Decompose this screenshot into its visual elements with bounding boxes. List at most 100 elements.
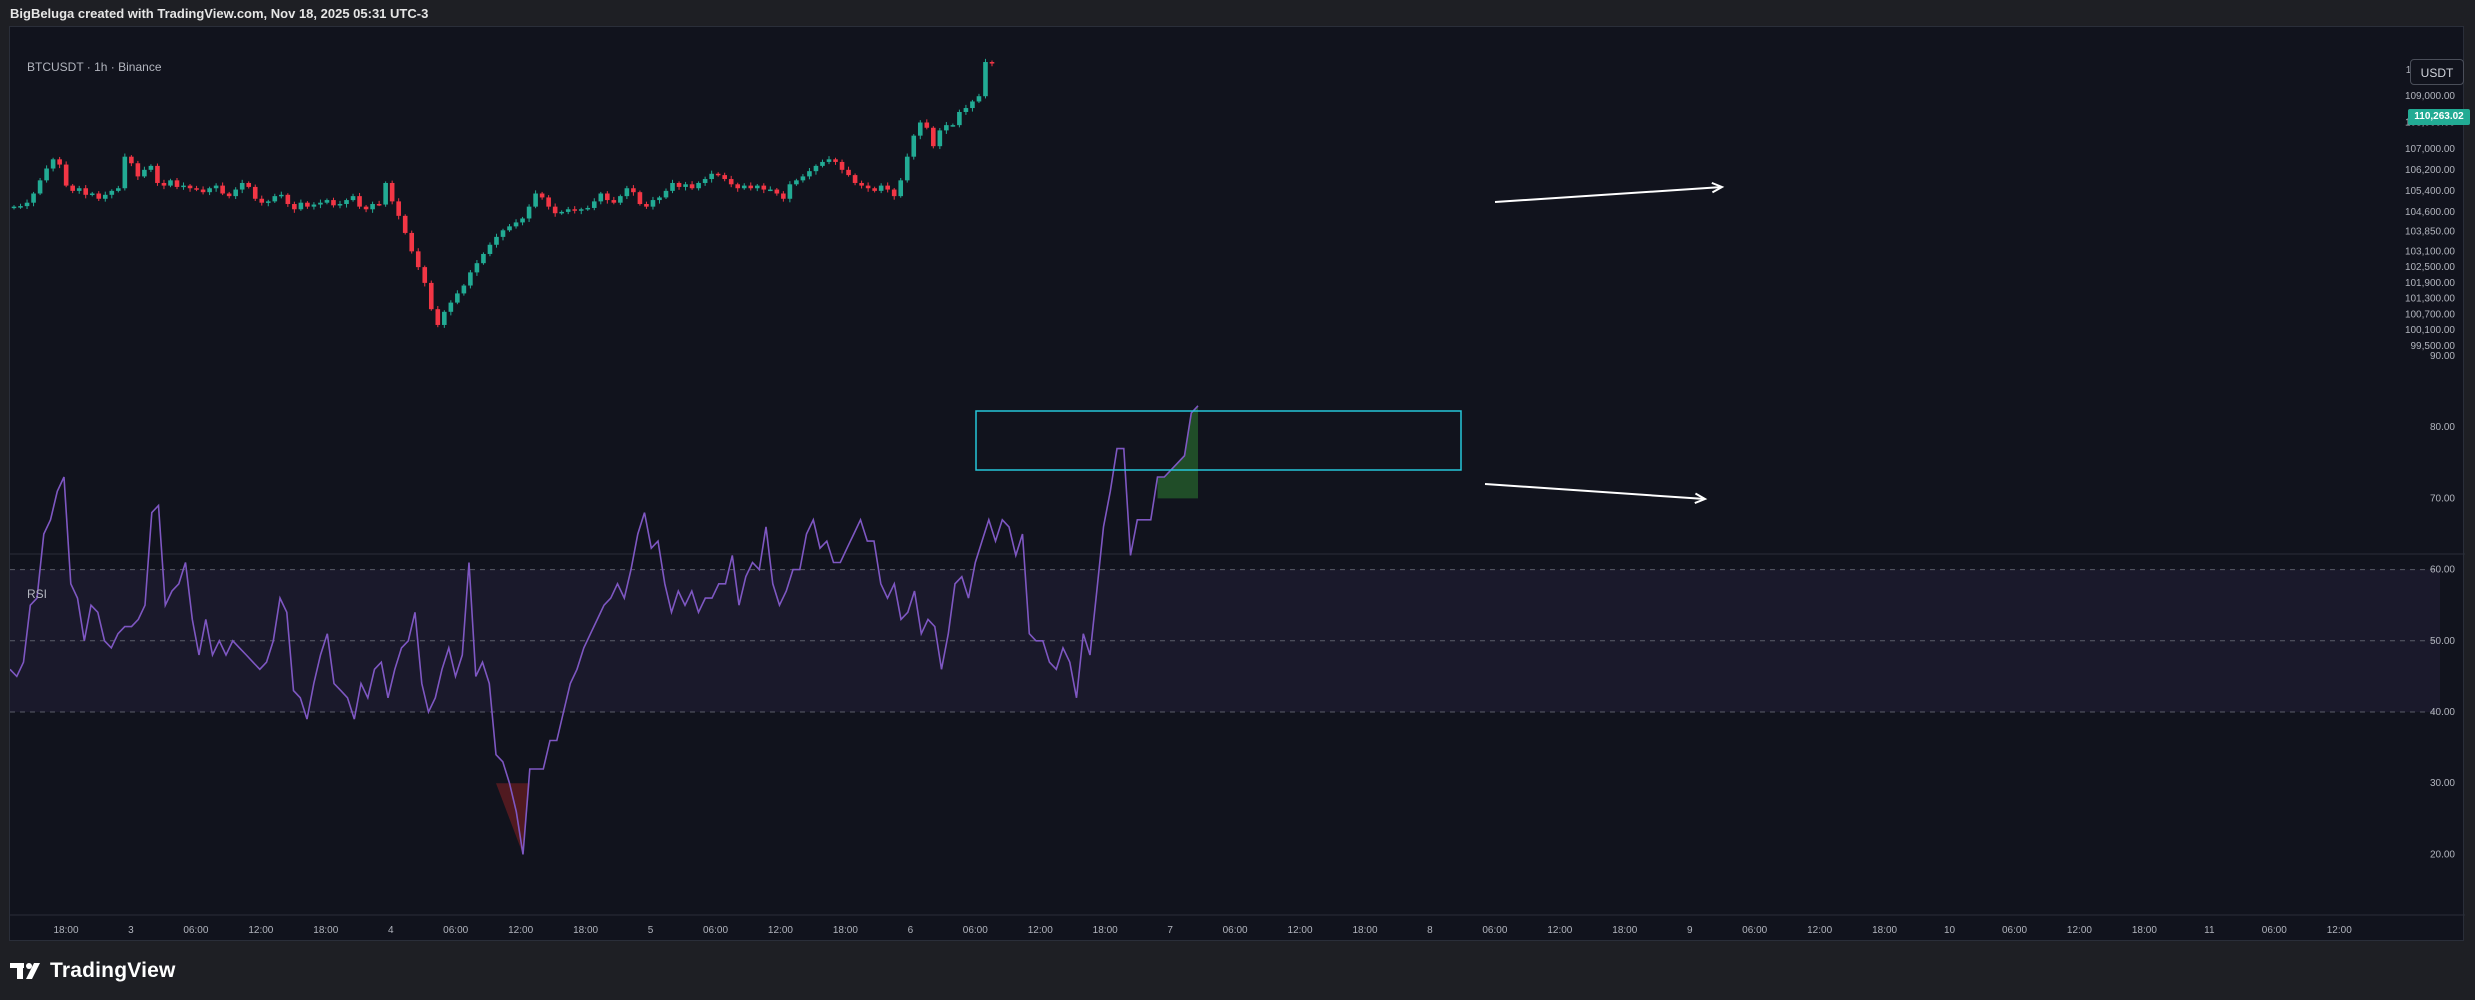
candle-body (161, 182, 167, 186)
price-tick-label: 100,700.00 (2405, 309, 2455, 320)
price-tick-label: 103,850.00 (2405, 227, 2455, 238)
candle-body (481, 253, 486, 264)
candle-body (904, 156, 910, 181)
candle-body (89, 193, 95, 195)
candle-body (911, 135, 917, 157)
time-tick-label: 5 (648, 925, 654, 936)
candle-body (976, 96, 982, 102)
candle-body (311, 204, 317, 207)
candle-body (728, 179, 734, 185)
candle-body (122, 156, 128, 189)
candle-body (787, 184, 793, 199)
candle-body (572, 209, 578, 211)
candle-body (644, 204, 649, 207)
footer: TradingView (0, 941, 2475, 1000)
time-tick-label: 18:00 (53, 925, 78, 936)
time-tick-label: 06:00 (2002, 925, 2027, 936)
candle-body (989, 62, 995, 64)
candle-body (761, 185, 767, 190)
time-tick-label: 06:00 (1742, 925, 1767, 936)
candle-body (800, 176, 806, 181)
time-tick-label: 12:00 (1547, 925, 1572, 936)
price-candles (11, 58, 995, 328)
candle-body (448, 302, 454, 312)
rsi-label: RSI (27, 587, 48, 601)
candle-body (220, 185, 225, 194)
tradingview-logo[interactable]: TradingView (10, 956, 176, 986)
candle-body (142, 169, 147, 177)
candle-body (455, 293, 460, 303)
candle-body (605, 193, 610, 201)
candle-body (722, 175, 727, 180)
rsi-tick-label: 90.00 (2430, 351, 2455, 362)
candle-body (794, 180, 799, 185)
rsi-tick-label: 70.00 (2430, 493, 2455, 504)
chart-area[interactable]: 110,000.00109,000.00108,000.00107,000.00… (9, 26, 2470, 942)
time-tick-label: 12:00 (248, 925, 273, 936)
candle-body (591, 201, 597, 208)
time-tick-label: 18:00 (1352, 925, 1377, 936)
rsi-tick-label: 40.00 (2430, 707, 2455, 718)
time-tick-label: 18:00 (2132, 925, 2157, 936)
candle-body (637, 192, 643, 205)
candle-body (696, 182, 701, 189)
time-tick-label: 9 (1687, 925, 1693, 936)
time-tick-label: 18:00 (573, 925, 598, 936)
candle-body (839, 161, 845, 170)
candle-body (44, 168, 49, 181)
time-tick-label: 06:00 (1482, 925, 1507, 936)
rsi-tick-label: 20.00 (2430, 849, 2455, 860)
time-tick-label: 12:00 (508, 925, 533, 936)
price-tick-label: 105,400.00 (2405, 186, 2455, 197)
candle-body (252, 186, 258, 199)
candle-body (950, 125, 956, 127)
time-tick-label: 12:00 (2327, 925, 2352, 936)
candle-body (389, 182, 395, 202)
candle-body (768, 189, 773, 192)
candle-body (155, 165, 160, 183)
candle-body (363, 206, 369, 210)
time-tick-label: 3 (128, 925, 134, 936)
price-tick-label: 101,300.00 (2405, 294, 2455, 305)
candle-body (631, 188, 636, 193)
candle-body (657, 197, 662, 201)
candle-body (76, 188, 82, 191)
candle-body (435, 309, 441, 325)
header-caption: BigBeluga created with TradingView.com, … (10, 6, 429, 21)
candle-body (585, 207, 591, 210)
candle-body (826, 159, 832, 162)
candle-body (885, 185, 890, 190)
candle-body (279, 194, 284, 197)
candle-body (37, 180, 43, 194)
candle-body (187, 185, 193, 189)
time-axis: 18:00 3 06:00 12:00 18:00 4 06:00 12:00 18:00 5 06… (53, 925, 2352, 936)
candle-body (559, 211, 564, 214)
time-tick-label: 06:00 (183, 925, 208, 936)
candle-body (83, 188, 89, 195)
chart-canvas[interactable]: 110,000.00109,000.00108,000.00107,000.00… (10, 27, 2465, 942)
candle-body (931, 127, 936, 147)
candle-body (937, 130, 943, 147)
candle-body (709, 173, 714, 180)
candle-body (18, 206, 23, 208)
candle-body (970, 101, 975, 109)
candle-body (24, 202, 30, 207)
candle-body (102, 194, 108, 199)
price-tick-label: 106,200.00 (2405, 165, 2455, 176)
candle-body (383, 182, 388, 205)
price-axis: 110,000.00109,000.00108,000.00107,000.00… (2405, 65, 2455, 352)
candle-body (546, 197, 551, 207)
candle-body (487, 244, 493, 254)
time-tick-label: 12:00 (1807, 925, 1832, 936)
rsi-tick-label: 50.00 (2430, 636, 2455, 647)
candle-body (246, 182, 252, 187)
candle-body (370, 204, 375, 210)
currency-button[interactable]: USDT (2410, 59, 2464, 85)
time-tick-label: 18:00 (1872, 925, 1897, 936)
candle-body (683, 184, 688, 187)
candle-body (63, 164, 69, 186)
candle-body (174, 180, 180, 187)
tradingview-logo-icon (10, 963, 40, 979)
rsi-range-box (975, 410, 1462, 471)
time-tick-label: 12:00 (768, 925, 793, 936)
